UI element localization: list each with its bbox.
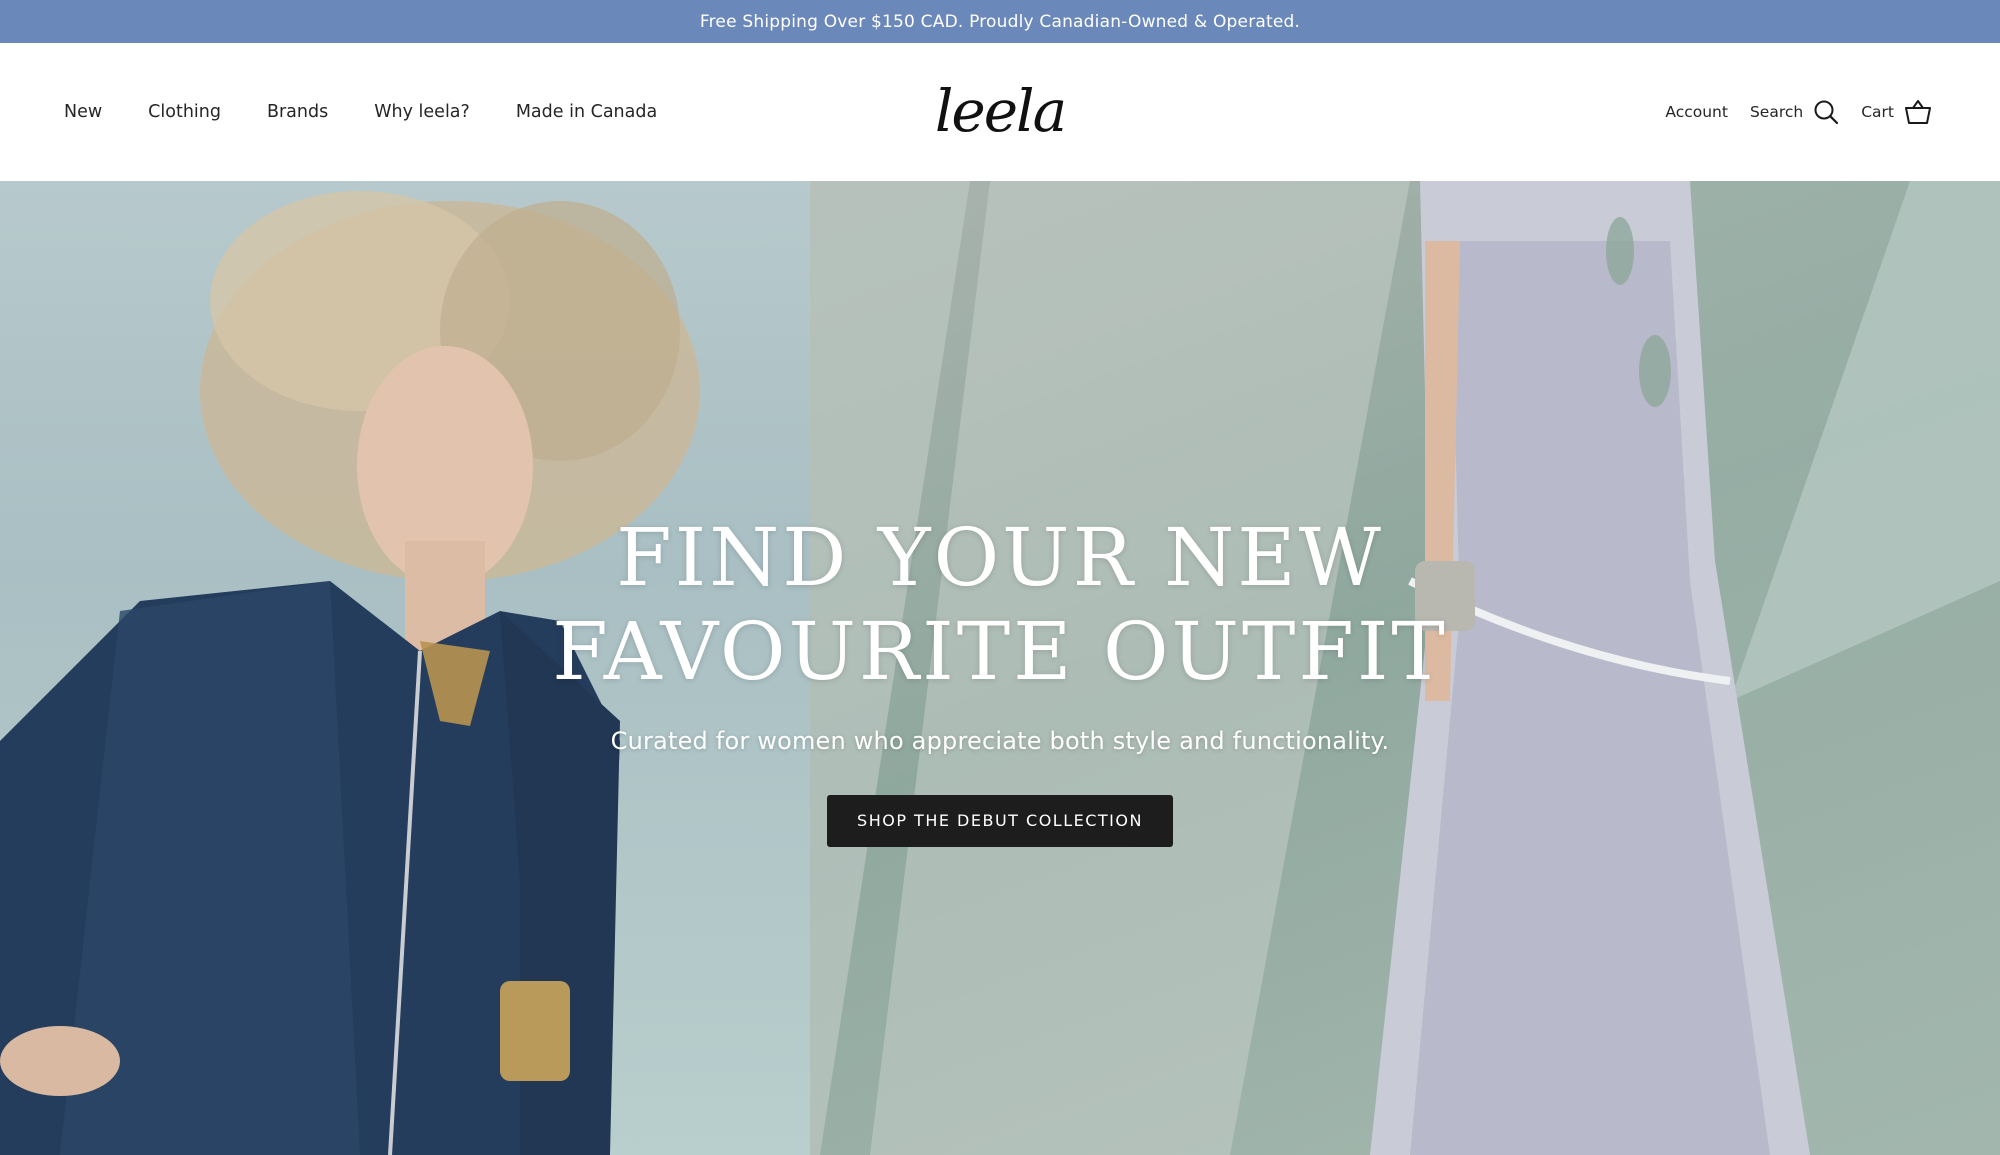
nav-link-new[interactable]: New [64,102,102,122]
announcement-bar: Free Shipping Over $150 CAD. Proudly Can… [0,0,2000,43]
main-nav: New Clothing Brands Why leela? Made in C… [64,43,657,181]
account-label: Account [1665,103,1728,121]
search-label: Search [1749,103,1804,121]
cart-label: Cart [1861,103,1894,121]
site-header: New Clothing Brands Why leela? Made in C… [0,43,2000,181]
nav-link-clothing[interactable]: Clothing [148,102,221,122]
site-logo[interactable]: leela [935,71,1067,151]
search-icon [1813,99,1839,125]
account-link[interactable]: Account [1665,103,1728,121]
nav-link-brands[interactable]: Brands [267,102,328,122]
nav-link-made-in-canada[interactable]: Made in Canada [516,102,657,122]
hero-title-line-2: FAVOURITE OUTFIT [552,605,1448,698]
hero-title: FIND YOUR NEW FAVOURITE OUTFIT [500,511,1500,699]
announcement-text: Free Shipping Over $150 CAD. Proudly Can… [699,11,1301,32]
hero-banner: FIND YOUR NEW FAVOURITE OUTFIT Curated f… [0,181,2000,1155]
cart-button[interactable]: Cart [1861,99,1932,125]
header-utilities: Account Search Cart [1665,43,1932,181]
hero-subtitle: Curated for women who appreciate both st… [610,727,1390,755]
hero-content: FIND YOUR NEW FAVOURITE OUTFIT Curated f… [500,511,1500,847]
hero-title-line-1: FIND YOUR NEW [616,511,1384,604]
basket-icon [1904,99,1932,125]
search-button[interactable]: Search [1750,99,1839,125]
nav-link-why-leela[interactable]: Why leela? [374,102,470,122]
shop-debut-collection-button[interactable]: SHOP THE DEBUT COLLECTION [827,795,1173,847]
